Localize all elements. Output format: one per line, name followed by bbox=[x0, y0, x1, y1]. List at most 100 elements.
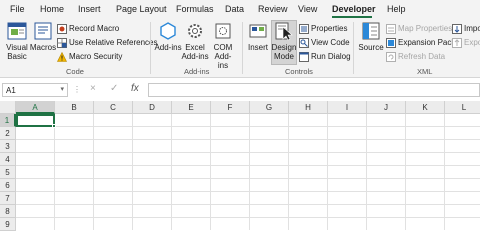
xml-source-label: Source bbox=[358, 43, 384, 52]
column-header-a[interactable]: A bbox=[16, 101, 55, 114]
import-icon bbox=[452, 23, 462, 34]
visual-basic-label: Visual Basic bbox=[6, 43, 28, 61]
xml-source-button[interactable]: Source bbox=[357, 21, 385, 52]
com-add-ins-button[interactable]: COM Add-ins bbox=[210, 21, 236, 70]
active-cell[interactable] bbox=[16, 114, 55, 127]
tab-view[interactable]: View bbox=[298, 4, 317, 14]
column-header-k[interactable]: K bbox=[406, 101, 445, 114]
row-header-1[interactable]: 1 bbox=[0, 114, 16, 127]
tab-insert[interactable]: Insert bbox=[78, 4, 101, 14]
cell-area[interactable] bbox=[16, 114, 480, 230]
name-box-value: A1 bbox=[6, 86, 16, 95]
row-header-4[interactable]: 4 bbox=[0, 153, 16, 166]
tab-data[interactable]: Data bbox=[225, 4, 244, 14]
insert-function-icon[interactable]: fx bbox=[131, 83, 139, 94]
select-all-corner[interactable] bbox=[0, 101, 16, 114]
view-code-label: View Code bbox=[311, 38, 350, 47]
column-header-l[interactable]: L bbox=[445, 101, 480, 114]
view-code-button[interactable]: View Code bbox=[299, 36, 350, 49]
visual-basic-button[interactable]: Visual Basic bbox=[4, 21, 30, 61]
expansion-packs-button[interactable]: Expansion Packs bbox=[386, 36, 459, 49]
column-header-i[interactable]: I bbox=[328, 101, 367, 114]
relative-references-icon bbox=[57, 37, 67, 48]
code-group-label: Code bbox=[66, 67, 84, 76]
macros-button[interactable]: Macros bbox=[30, 21, 56, 52]
add-ins-button[interactable]: Add-ins bbox=[154, 21, 182, 52]
column-header-h[interactable]: H bbox=[289, 101, 328, 114]
record-macro-button[interactable]: Record Macro bbox=[57, 22, 119, 35]
use-relative-references-label: Use Relative References bbox=[69, 38, 158, 47]
group-separator bbox=[242, 22, 243, 74]
refresh-data-button[interactable]: Refresh Data bbox=[386, 50, 445, 63]
tab-developer[interactable]: Developer bbox=[332, 4, 376, 14]
import-label: Import bbox=[464, 24, 480, 33]
macros-icon bbox=[34, 22, 52, 40]
row-header-3[interactable]: 3 bbox=[0, 140, 16, 153]
column-header-g[interactable]: G bbox=[250, 101, 289, 114]
com-add-ins-icon bbox=[215, 23, 231, 39]
insert-control-label: Insert bbox=[247, 43, 268, 52]
column-header-j[interactable]: J bbox=[367, 101, 406, 114]
com-add-ins-label: COM Add-ins bbox=[213, 43, 233, 70]
column-header-c[interactable]: C bbox=[94, 101, 133, 114]
column-header-d[interactable]: D bbox=[133, 101, 172, 114]
tab-page-layout[interactable]: Page Layout bbox=[116, 4, 167, 14]
use-relative-references-button[interactable]: Use Relative References bbox=[57, 36, 157, 49]
macro-security-label: Macro Security bbox=[69, 52, 123, 61]
run-dialog-button[interactable]: Run Dialog bbox=[299, 50, 351, 63]
refresh-data-label: Refresh Data bbox=[398, 52, 446, 61]
import-button[interactable]: Import bbox=[452, 22, 480, 35]
tab-home[interactable]: Home bbox=[40, 4, 64, 14]
expansion-packs-icon bbox=[386, 37, 396, 48]
record-macro-icon bbox=[57, 23, 67, 34]
xml-source-icon bbox=[362, 22, 380, 40]
design-mode-button[interactable]: Design Mode bbox=[271, 20, 297, 65]
view-code-icon bbox=[299, 37, 309, 48]
warning-icon bbox=[57, 51, 67, 62]
excel-add-ins-label: Excel Add-ins bbox=[181, 43, 209, 61]
row-header-2[interactable]: 2 bbox=[0, 127, 16, 140]
row-header-6[interactable]: 6 bbox=[0, 179, 16, 192]
export-button[interactable]: Export bbox=[452, 36, 480, 49]
design-mode-icon bbox=[275, 22, 293, 41]
row-header-5[interactable]: 5 bbox=[0, 166, 16, 179]
export-icon bbox=[452, 37, 462, 48]
ribbon-tabs: File Home Insert Page Layout Formulas Da… bbox=[0, 0, 480, 18]
properties-label: Properties bbox=[311, 24, 348, 33]
column-header-f[interactable]: F bbox=[211, 101, 250, 114]
xml-group-label: XML bbox=[417, 67, 433, 76]
tab-formulas[interactable]: Formulas bbox=[176, 4, 214, 14]
enter-icon[interactable]: ✓ bbox=[110, 83, 118, 94]
group-separator bbox=[353, 22, 354, 74]
toolbox-icon bbox=[249, 24, 267, 38]
expansion-packs-label: Expansion Packs bbox=[398, 38, 460, 47]
cancel-icon[interactable]: × bbox=[90, 83, 96, 94]
formula-bar-grip[interactable]: ⋮ bbox=[73, 85, 81, 94]
run-dialog-icon bbox=[299, 51, 309, 62]
formula-input[interactable] bbox=[148, 83, 480, 97]
chevron-down-icon[interactable]: ▾ bbox=[60, 85, 64, 93]
visual-basic-icon bbox=[7, 22, 27, 40]
map-properties-button[interactable]: Map Properties bbox=[386, 22, 452, 35]
map-properties-icon bbox=[386, 23, 396, 34]
name-box[interactable]: A1 ▾ bbox=[2, 83, 68, 97]
column-header-b[interactable]: B bbox=[55, 101, 94, 114]
fill-handle[interactable] bbox=[52, 124, 56, 128]
tab-file[interactable]: File bbox=[10, 4, 25, 14]
excel-add-ins-button[interactable]: Excel Add-ins bbox=[180, 21, 210, 61]
macros-label: Macros bbox=[29, 43, 57, 52]
insert-control-button[interactable]: Insert bbox=[246, 21, 270, 52]
macro-security-button[interactable]: Macro Security bbox=[57, 50, 122, 63]
worksheet-grid: ABCDEFGHIJKL 123456789 bbox=[0, 101, 480, 231]
properties-icon bbox=[299, 23, 309, 34]
run-dialog-label: Run Dialog bbox=[311, 52, 351, 61]
column-header-e[interactable]: E bbox=[172, 101, 211, 114]
row-header-9[interactable]: 9 bbox=[0, 218, 16, 231]
tab-review[interactable]: Review bbox=[258, 4, 288, 14]
row-header-7[interactable]: 7 bbox=[0, 192, 16, 205]
tab-help[interactable]: Help bbox=[387, 4, 406, 14]
row-header-8[interactable]: 8 bbox=[0, 205, 16, 218]
properties-button[interactable]: Properties bbox=[299, 22, 347, 35]
design-mode-label: Design Mode bbox=[271, 43, 297, 61]
group-separator bbox=[150, 22, 151, 74]
